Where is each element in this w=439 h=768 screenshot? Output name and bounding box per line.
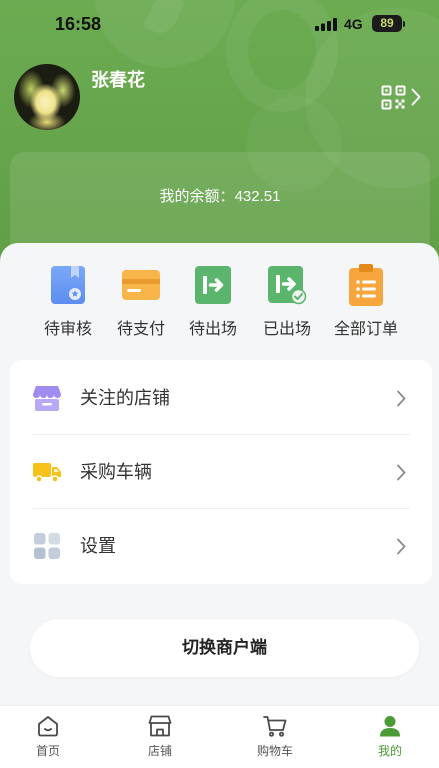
order-pending-payment[interactable]: 待支付 <box>101 262 181 344</box>
settings-grid-icon <box>32 509 62 583</box>
shop-icon <box>32 361 62 435</box>
truck-icon <box>32 435 62 509</box>
order-label: 全部订单 <box>333 321 398 338</box>
qr-code-icon[interactable] <box>381 85 406 110</box>
store-icon <box>115 714 205 738</box>
chevron-right-icon <box>396 464 406 481</box>
chevron-right-icon <box>396 538 406 555</box>
network-type: 4G <box>344 16 363 32</box>
switch-merchant-button[interactable]: 切换商户端 <box>30 619 419 677</box>
bottom-tab-bar: 首页 店铺 购物车 我的 <box>0 705 439 768</box>
cart-icon <box>230 714 320 738</box>
chevron-right-icon[interactable] <box>411 88 421 106</box>
user-name: 张春花 <box>91 70 145 90</box>
pending-payment-icon <box>101 262 181 308</box>
tab-cart[interactable]: 购物车 <box>230 706 320 768</box>
balance-label: 我的余额： <box>159 188 235 205</box>
order-exited[interactable]: 已出场 <box>247 262 327 344</box>
pending-exit-icon <box>173 262 253 308</box>
status-time: 16:58 <box>55 14 102 34</box>
menu-item-label: 设置 <box>80 536 116 556</box>
tab-label: 购物车 <box>256 744 293 758</box>
tab-label: 我的 <box>377 744 402 758</box>
menu-list: 关注的店铺 采购车辆 设置 <box>10 360 432 584</box>
tab-store[interactable]: 店铺 <box>115 706 205 768</box>
tab-label: 店铺 <box>147 744 172 758</box>
battery-icon: 89 <box>372 15 402 32</box>
tab-profile[interactable]: 我的 <box>345 706 435 768</box>
menu-item-followed-shops[interactable]: 关注的店铺 <box>10 361 432 435</box>
avatar[interactable] <box>14 64 80 130</box>
chevron-right-icon <box>396 390 406 407</box>
pending-review-icon <box>28 262 108 308</box>
balance-value: 432.51 <box>234 188 281 205</box>
order-label: 待支付 <box>116 321 165 338</box>
order-all[interactable]: 全部订单 <box>326 262 406 344</box>
profile-header: 16:58 4G 89 张春花 我的余额：432.51 <box>0 0 439 280</box>
signal-icon <box>315 18 337 36</box>
home-icon <box>3 714 93 738</box>
balance-text: 我的余额：432.51 <box>10 187 430 207</box>
exited-icon <box>247 262 327 308</box>
tab-home[interactable]: 首页 <box>3 706 93 768</box>
all-orders-icon <box>326 262 406 308</box>
menu-item-label: 关注的店铺 <box>80 388 170 408</box>
profile-icon <box>345 714 435 738</box>
menu-item-settings[interactable]: 设置 <box>10 509 432 583</box>
order-label: 待出场 <box>188 321 237 338</box>
order-pending-exit[interactable]: 待出场 <box>173 262 253 344</box>
profile-screen: 16:58 4G 89 张春花 我的余额：432.51 待审核 待支付 待出场 … <box>0 0 439 768</box>
tab-label: 首页 <box>35 744 60 758</box>
order-label: 待审核 <box>43 321 92 338</box>
order-label: 已出场 <box>262 321 311 338</box>
order-pending-review[interactable]: 待审核 <box>28 262 108 344</box>
menu-item-vehicles[interactable]: 采购车辆 <box>10 435 432 509</box>
content-panel: 待审核 待支付 待出场 已出场 全部订单 关注的店铺 采购车辆 设置 切换商户端 <box>0 243 439 768</box>
menu-item-label: 采购车辆 <box>80 462 152 482</box>
